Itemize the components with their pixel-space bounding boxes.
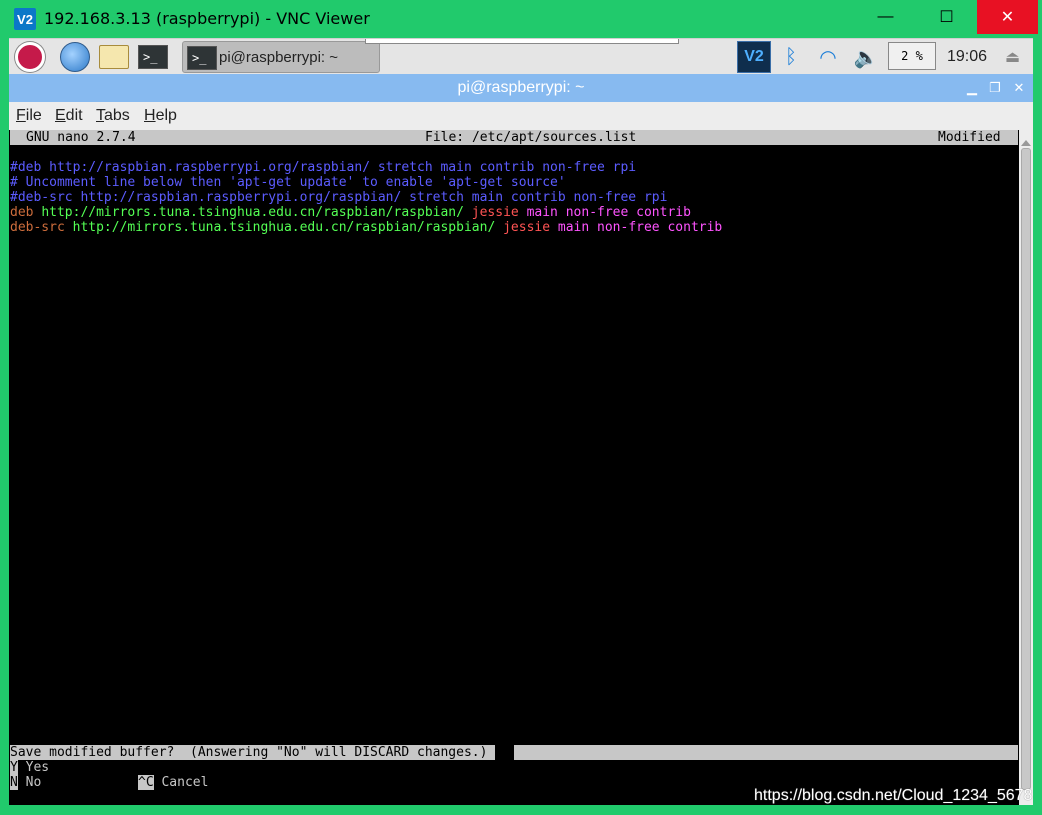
nano-filename: File: /etc/apt/sources.list <box>425 130 637 145</box>
web-browser-icon[interactable] <box>60 42 90 72</box>
close-button[interactable]: ✕ <box>977 0 1038 34</box>
scroll-up-icon[interactable] <box>1021 140 1031 146</box>
raspberry-menu-icon[interactable] <box>15 42 45 72</box>
file-line: deb http://mirrors.tuna.tsinghua.edu.cn/… <box>10 205 691 220</box>
nano-header-bar: GNU nano 2.7.4 File: /etc/apt/sources.li… <box>10 130 1018 145</box>
nano-prompt-bar: Save modified buffer? (Answering "No" wi… <box>10 745 1018 760</box>
file-line: #deb http://raspbian.raspberrypi.org/ras… <box>10 160 637 175</box>
maximize-button[interactable]: ☐ <box>916 0 977 34</box>
scroll-thumb[interactable] <box>1021 148 1031 790</box>
option-cancel[interactable]: ^C Cancel <box>138 775 208 790</box>
vnc-logo-icon: V2 <box>14 8 36 30</box>
terminal-menubar: File Edit Tabs Help <box>9 102 1033 130</box>
volume-icon[interactable]: 🔈 <box>852 43 880 71</box>
clock[interactable]: 19:06 <box>947 48 987 66</box>
file-manager-icon[interactable] <box>99 43 129 71</box>
file-line: deb-src http://mirrors.tuna.tsinghua.edu… <box>10 220 723 235</box>
save-prompt: Save modified buffer? (Answering "No" wi… <box>10 745 496 760</box>
desktop-taskbar: >_ >_ pi@raspberrypi: ~ V2 ᛒ ◠ 🔈 2 % 19:… <box>9 38 1033 75</box>
window-title: 192.168.3.13 (raspberrypi) - VNC Viewer <box>44 9 370 28</box>
terminal-icon[interactable]: >_ <box>138 43 168 71</box>
file-line: # Uncomment line below then 'apt-get upd… <box>10 175 566 190</box>
terminal-scrollbar[interactable] <box>1019 130 1033 805</box>
file-line: #deb-src http://raspbian.raspberrypi.org… <box>10 190 668 205</box>
wifi-icon[interactable]: ◠ <box>814 43 842 71</box>
menu-tabs[interactable]: Tabs <box>96 107 130 125</box>
cpu-monitor[interactable]: 2 % <box>888 42 936 70</box>
option-yes[interactable]: Y Yes <box>10 760 49 775</box>
bluetooth-icon[interactable]: ᛒ <box>777 43 805 71</box>
nano-version: GNU nano 2.7.4 <box>26 130 136 145</box>
eject-icon[interactable]: ⏏ <box>1005 47 1025 66</box>
menu-file[interactable]: File <box>16 107 42 125</box>
terminal-icon: >_ <box>187 44 217 72</box>
terminal-close-icon[interactable]: ✕ <box>1010 79 1028 97</box>
taskbar-item-terminal[interactable]: >_ pi@raspberrypi: ~ <box>182 41 380 73</box>
terminal-minimize-icon[interactable]: ▁ <box>963 79 981 97</box>
terminal-title: pi@raspberrypi: ~ <box>457 79 585 96</box>
menu-help[interactable]: Help <box>144 107 177 125</box>
nano-status: Modified <box>938 130 1001 145</box>
taskbar-spacer <box>365 39 679 44</box>
option-no[interactable]: N No <box>10 775 41 790</box>
terminal-titlebar[interactable]: pi@raspberrypi: ~ ▁ ❐ ✕ <box>9 74 1033 102</box>
vnc-tray-icon[interactable]: V2 <box>737 41 771 73</box>
menu-edit[interactable]: Edit <box>55 107 83 125</box>
prompt-input[interactable] <box>514 745 1018 760</box>
watermark: https://blog.csdn.net/Cloud_1234_5678 <box>754 787 1033 804</box>
minimize-button[interactable]: — <box>855 0 916 34</box>
taskbar-item-label: pi@raspberrypi: ~ <box>219 49 339 66</box>
terminal-maximize-icon[interactable]: ❐ <box>986 79 1004 97</box>
vnc-window-titlebar[interactable]: V2 192.168.3.13 (raspberrypi) - VNC View… <box>0 0 1042 38</box>
